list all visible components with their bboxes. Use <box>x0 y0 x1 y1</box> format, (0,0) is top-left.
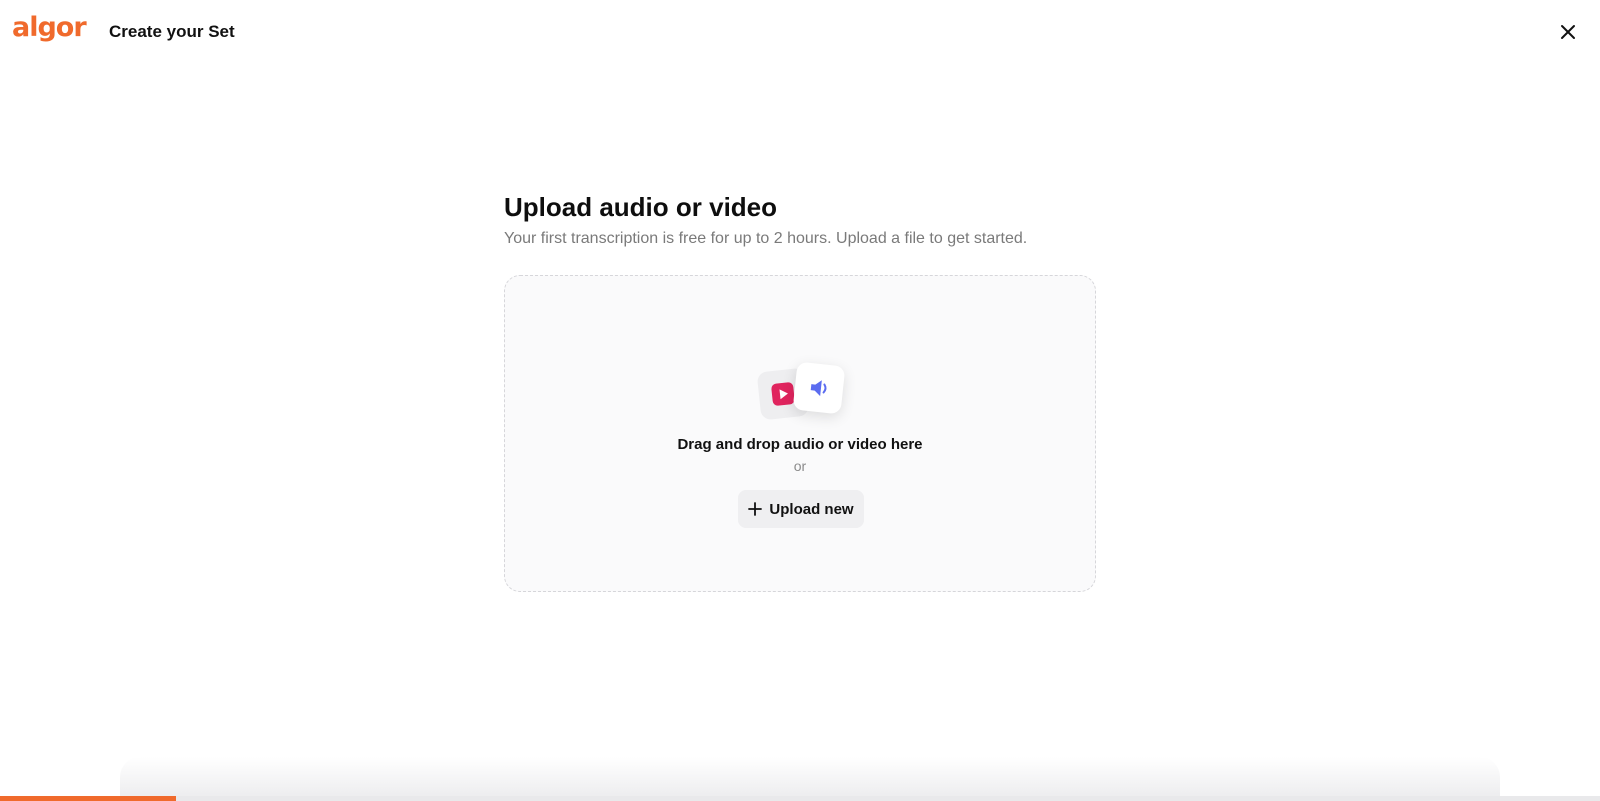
footer-shadow <box>120 757 1500 797</box>
algor-logo[interactable]: algor <box>12 14 87 41</box>
plus-icon <box>748 502 763 516</box>
section-heading: Upload audio or video <box>504 192 778 222</box>
media-icons <box>753 361 853 424</box>
upload-section: Upload audio or video Your first transcr… <box>504 188 1096 250</box>
page-title: Create your Set <box>109 22 235 41</box>
audio-card <box>792 361 846 415</box>
file-dropzone[interactable]: Drag and drop audio or video here or Upl… <box>504 275 1096 592</box>
upload-new-label: Upload new <box>769 500 854 518</box>
progress-fill <box>0 796 176 801</box>
close-button[interactable] <box>1556 20 1580 44</box>
or-divider-text: or <box>793 458 807 474</box>
video-play-icon <box>771 382 795 406</box>
speaker-icon <box>810 380 827 397</box>
header: algor Create your Set <box>0 0 1600 64</box>
close-icon <box>1561 25 1575 39</box>
drag-drop-text: Drag and drop audio or video here <box>677 436 923 453</box>
progress-bar <box>0 796 1600 801</box>
upload-new-button[interactable]: Upload new <box>738 490 864 528</box>
section-subheading: Your first transcription is free for up … <box>504 230 1028 247</box>
